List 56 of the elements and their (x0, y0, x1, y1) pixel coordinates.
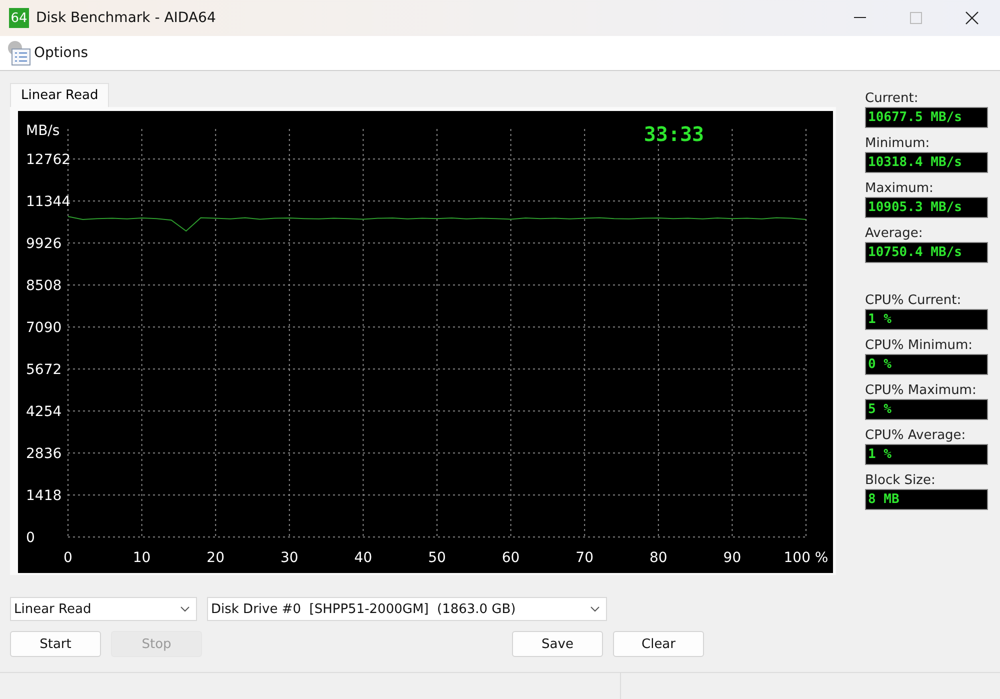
y-tick-label: 1418 (26, 488, 62, 504)
window-title: Disk Benchmark - AIDA64 (36, 10, 217, 26)
x-tick-label: 90 (723, 550, 742, 566)
stat-label: Minimum: (865, 136, 931, 152)
action-button[interactable]: Save (512, 631, 603, 657)
stat-value: 1 % (865, 309, 988, 330)
options-icon (6, 39, 32, 67)
stat-label: CPU% Minimum: (865, 338, 974, 354)
stat-label: CPU% Average: (865, 428, 967, 444)
x-tick-label: 50 (428, 550, 446, 566)
stat-label: Average: (865, 226, 924, 242)
stat-value: 10750.4 MB/s (865, 242, 988, 263)
action-button[interactable]: Start (10, 631, 101, 657)
x-tick-label: 70 (576, 550, 594, 566)
stat-value: 1 % (865, 444, 988, 465)
x-tick-label: 30 (280, 550, 298, 566)
drive-select[interactable]: Disk Drive #0 [SHPP51-2000GM] (1863.0 GB) (207, 597, 607, 621)
dropdown-caret-icon (180, 606, 190, 612)
y-tick-label: 12762 (26, 152, 71, 168)
y-tick-label: 4254 (26, 404, 62, 420)
y-tick-label: 5672 (26, 362, 62, 378)
minimize-icon (854, 17, 866, 19)
stat-label: CPU% Current: (865, 293, 962, 309)
y-tick-label: 9926 (26, 236, 62, 252)
x-tick-label: 40 (354, 550, 372, 566)
y-axis-label: MB/s (26, 123, 60, 139)
stat-value: 10905.3 MB/s (865, 197, 988, 218)
y-tick-label: 11344 (26, 194, 71, 210)
stat-value: 5 % (865, 399, 988, 420)
app-icon: 64 (9, 8, 29, 28)
dropdown-caret-icon (590, 606, 600, 612)
x-tick-label: 60 (502, 550, 520, 566)
action-button[interactable]: Clear (613, 631, 704, 657)
stat-label: Current: (865, 91, 920, 107)
elapsed-timer: 33:33 (644, 122, 704, 146)
x-tick-label: 0 (64, 550, 72, 566)
stat-value: 0 % (865, 354, 988, 375)
x-tick-label: 80 (649, 550, 668, 566)
close-icon (965, 11, 979, 25)
stat-label: CPU% Maximum: (865, 383, 978, 399)
stat-label: Maximum: (865, 181, 934, 197)
y-tick-label: 2836 (26, 446, 62, 462)
y-tick-label: 0 (26, 530, 35, 546)
stat-value: 10318.4 MB/s (865, 152, 988, 173)
maximize-icon (910, 12, 922, 24)
options-menu[interactable]: Options (6, 39, 88, 67)
y-tick-label: 8508 (26, 278, 62, 294)
x-tick-label: 20 (206, 550, 225, 566)
tab[interactable]: Linear Read (10, 83, 110, 107)
test-select[interactable]: Linear Read (10, 597, 197, 621)
stat-label: Block Size: (865, 473, 936, 489)
stat-value: 10677.5 MB/s (865, 107, 988, 128)
stat-value: 8 MB (865, 489, 988, 510)
y-tick-label: 7090 (26, 320, 62, 336)
x-tick-label: 10 (132, 550, 151, 566)
x-tick-label: 100 % (784, 550, 828, 566)
